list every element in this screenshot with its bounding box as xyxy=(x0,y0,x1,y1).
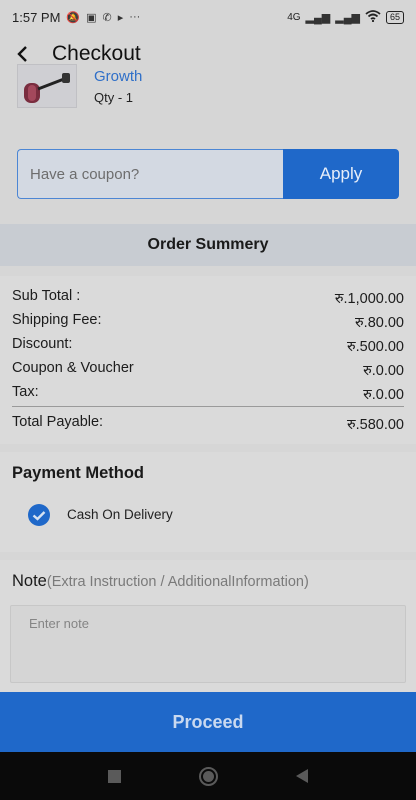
status-left: 1:57 PM 🔕 ▣ ✆ ▸ ··· xyxy=(12,10,140,25)
order-summary: Sub Total : रु.1,000.00 Shipping Fee: रु… xyxy=(0,276,416,444)
payment-method-title: Payment Method xyxy=(12,464,145,482)
mute-icon: 🔕 xyxy=(66,11,81,24)
more-notifications-icon: ··· xyxy=(129,11,141,23)
summary-row-shipping: Shipping Fee: रु.80.00 xyxy=(12,312,404,332)
sim-icon: ▣ xyxy=(86,11,97,24)
play-icon: ▸ xyxy=(117,11,124,24)
total-value: रु.580.00 xyxy=(346,417,404,433)
nav-back-icon[interactable] xyxy=(296,769,308,783)
summary-value: रु.0.00 xyxy=(363,363,404,379)
signal-icon: ▂▄▆ xyxy=(305,11,331,24)
network-type-label: 4G xyxy=(287,11,301,23)
product-name-link[interactable]: Growth xyxy=(94,68,142,85)
note-section: Note(Extra Instruction / AdditionalInfor… xyxy=(0,560,416,692)
order-summary-header: Order Summery xyxy=(0,224,416,266)
summary-value: रु.0.00 xyxy=(363,387,404,403)
wifi-icon xyxy=(365,9,381,25)
summary-value: रु.80.00 xyxy=(355,315,404,331)
note-subtitle: (Extra Instruction / AdditionalInformati… xyxy=(46,574,309,590)
summary-row-total: Total Payable: रु.580.00 xyxy=(12,414,404,434)
summary-row-coupon: Coupon & Voucher रु.0.00 xyxy=(12,360,404,380)
system-nav-bar xyxy=(0,752,416,800)
home-icon[interactable] xyxy=(199,766,218,786)
battery-icon: 65 xyxy=(385,10,404,24)
check-icon xyxy=(32,510,46,521)
summary-row-subtotal: Sub Total : रु.1,000.00 xyxy=(12,288,404,308)
note-title: Note xyxy=(12,572,47,590)
cash-on-delivery-checkbox[interactable] xyxy=(28,504,50,526)
status-time: 1:57 PM xyxy=(12,9,61,25)
summary-value: रु.500.00 xyxy=(346,339,404,355)
recent-apps-icon[interactable] xyxy=(108,769,121,783)
coupon-row: Apply xyxy=(17,149,399,199)
note-input[interactable] xyxy=(10,605,406,683)
payment-method-section: Payment Method Cash On Delivery xyxy=(0,452,416,552)
product-quantity: Qty - 1 xyxy=(94,90,134,105)
signal-icon-2: ▂▄▆ xyxy=(335,11,360,24)
status-bar: 1:57 PM 🔕 ▣ ✆ ▸ ··· 4G ▂▄▆ ▂▄▆ 65 xyxy=(0,0,416,34)
note-heading: Note(Extra Instruction / AdditionalInfor… xyxy=(12,572,309,591)
summary-label: Discount: xyxy=(12,336,73,352)
proceed-button[interactable]: Proceed xyxy=(0,692,416,752)
product-image xyxy=(17,64,77,108)
cash-on-delivery-label[interactable]: Cash On Delivery xyxy=(67,507,173,522)
summary-label: Tax: xyxy=(12,384,39,400)
phone-icon: ✆ xyxy=(102,11,112,24)
cart-product-item: Growth Qty - 1 xyxy=(0,62,416,136)
summary-row-tax: Tax: रु.0.00 xyxy=(12,384,404,404)
coupon-input[interactable] xyxy=(17,149,283,199)
status-right: 4G ▂▄▆ ▂▄▆ 65 xyxy=(287,9,404,25)
summary-value: रु.1,000.00 xyxy=(334,291,404,307)
summary-label: Shipping Fee: xyxy=(12,312,102,328)
total-label: Total Payable: xyxy=(12,414,104,430)
summary-divider xyxy=(12,406,404,407)
apply-coupon-button[interactable]: Apply xyxy=(283,149,399,199)
summary-label: Coupon & Voucher xyxy=(12,360,134,376)
summary-row-discount: Discount: रु.500.00 xyxy=(12,336,404,356)
summary-label: Sub Total : xyxy=(12,288,81,304)
